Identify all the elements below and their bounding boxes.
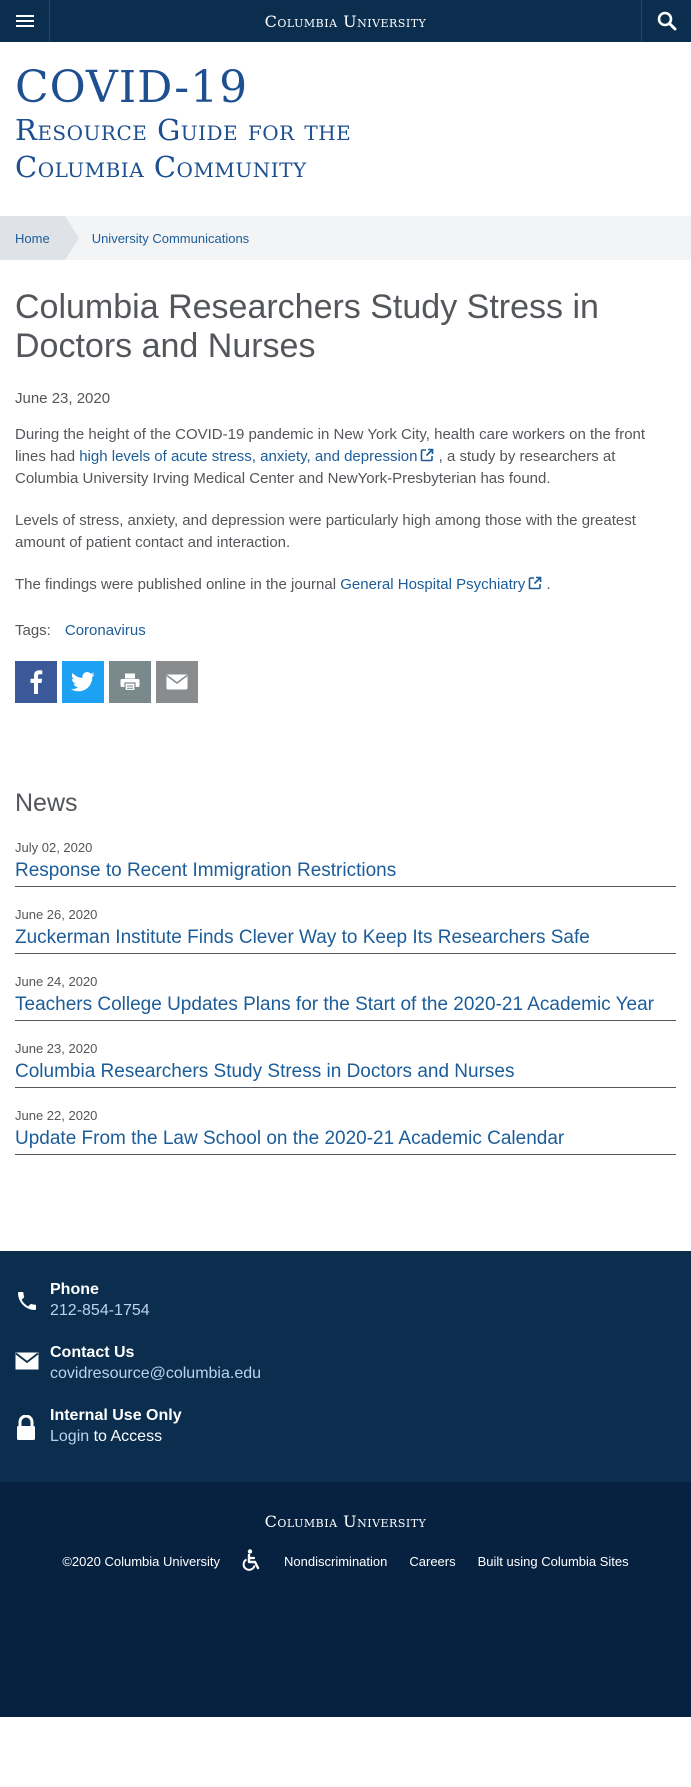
phone-icon	[18, 1292, 36, 1310]
top-bar: Columbia University	[0, 0, 691, 42]
share-buttons	[15, 661, 676, 703]
news-heading: News	[15, 789, 78, 817]
email-share-button[interactable]	[156, 661, 198, 703]
journal-link-text: General Hospital Psychiatry	[340, 576, 526, 593]
accessibility-icon	[242, 1549, 260, 1571]
login-line: Login to Access	[50, 1428, 182, 1446]
nondiscrimination-link[interactable]: Nondiscrimination	[284, 1554, 387, 1569]
email-icon	[166, 674, 188, 690]
site-title-main[interactable]: COVID-19	[15, 64, 676, 112]
news-link[interactable]: Zuckerman Institute Finds Clever Way to …	[15, 924, 676, 951]
facebook-icon	[30, 670, 43, 694]
hamburger-menu-icon	[15, 12, 34, 30]
built-using-link[interactable]: Built using Columbia Sites	[478, 1554, 629, 1569]
tags-label: Tags:	[15, 622, 51, 639]
news-item: June 26, 2020 Zuckerman Institute Finds …	[15, 907, 676, 954]
login-link[interactable]: Login	[50, 1428, 89, 1445]
university-brand[interactable]: Columbia University	[265, 12, 427, 31]
article-date: June 23, 2020	[15, 390, 111, 407]
facebook-share-button[interactable]	[15, 661, 57, 703]
contact-label: Contact Us	[50, 1344, 135, 1361]
lock-icon	[17, 1415, 35, 1440]
study-link-text: high levels of acute stress, anxiety, an…	[79, 448, 418, 465]
breadcrumb: Home University Communications	[0, 216, 691, 260]
contact-phone: Phone 212-854-1754	[15, 1281, 676, 1320]
print-icon	[120, 673, 140, 691]
footer-links: ©2020 Columbia University Nondiscriminat…	[0, 1549, 691, 1574]
site-title-line2[interactable]: Resource Guide for the	[15, 112, 676, 149]
news-link[interactable]: Update From the Law School on the 2020-2…	[15, 1125, 676, 1152]
news-item: June 22, 2020 Update From the Law School…	[15, 1108, 676, 1155]
footer-brand[interactable]: Columbia University	[0, 1512, 691, 1531]
paragraph-text: .	[542, 576, 551, 593]
news-item: June 24, 2020 Teachers College Updates P…	[15, 974, 676, 1021]
twitter-share-button[interactable]	[62, 661, 104, 703]
search-button[interactable]	[641, 0, 691, 42]
contact-email: Contact Us covidresource@columbia.edu	[15, 1344, 676, 1383]
login-suffix: to Access	[89, 1428, 163, 1445]
copyright-text: ©2020 Columbia University	[62, 1554, 221, 1569]
external-link-icon	[528, 576, 542, 590]
article-paragraph-3: The findings were published online in th…	[15, 574, 676, 596]
news-item: June 23, 2020 Columbia Researchers Study…	[15, 1041, 676, 1088]
contact-email-link[interactable]: covidresource@columbia.edu	[50, 1365, 261, 1383]
internal-label: Internal Use Only	[50, 1407, 182, 1424]
accessibility-link[interactable]	[242, 1549, 262, 1574]
article: Columbia Researchers Study Stress in Doc…	[0, 260, 691, 703]
tag-coronavirus-link[interactable]: Coronavirus	[65, 622, 146, 639]
twitter-icon	[71, 672, 95, 692]
article-title: Columbia Researchers Study Stress in Doc…	[15, 288, 599, 365]
phone-link[interactable]: 212-854-1754	[50, 1302, 150, 1320]
news-date: June 26, 2020	[15, 907, 98, 922]
news-link[interactable]: Teachers College Updates Plans for the S…	[15, 991, 676, 1018]
news-date: July 02, 2020	[15, 840, 93, 855]
study-link[interactable]: high levels of acute stress, anxiety, an…	[79, 448, 434, 465]
news-link[interactable]: Columbia Researchers Study Stress in Doc…	[15, 1058, 676, 1085]
news-list: July 02, 2020 Response to Recent Immigra…	[15, 840, 676, 1155]
breadcrumb-home-link[interactable]: Home	[0, 216, 79, 260]
breadcrumb-current-link[interactable]: University Communications	[92, 231, 250, 246]
article-paragraph-1: During the height of the COVID-19 pandem…	[15, 424, 676, 490]
news-date: June 24, 2020	[15, 974, 98, 989]
bottom-footer: Columbia University ©2020 Columbia Unive…	[0, 1482, 691, 1717]
contact-footer: Phone 212-854-1754 Contact Us covidresou…	[0, 1251, 691, 1482]
envelope-icon	[15, 1352, 39, 1370]
news-section: News July 02, 2020 Response to Recent Im…	[0, 703, 691, 1155]
contact-internal: Internal Use Only Login to Access	[15, 1407, 676, 1446]
site-title-line3[interactable]: Columbia Community	[15, 149, 676, 186]
news-date: June 22, 2020	[15, 1108, 98, 1123]
print-button[interactable]	[109, 661, 151, 703]
news-link[interactable]: Response to Recent Immigration Restricti…	[15, 857, 676, 884]
site-header: COVID-19 Resource Guide for the Columbia…	[0, 42, 691, 214]
journal-link[interactable]: General Hospital Psychiatry	[340, 576, 542, 593]
article-paragraph-2: Levels of stress, anxiety, and depressio…	[15, 512, 636, 551]
careers-link[interactable]: Careers	[409, 1554, 455, 1569]
paragraph-text: The findings were published online in th…	[15, 576, 341, 593]
news-item: July 02, 2020 Response to Recent Immigra…	[15, 840, 676, 887]
external-link-icon	[421, 448, 434, 462]
news-date: June 23, 2020	[15, 1041, 98, 1056]
search-icon	[657, 11, 676, 31]
phone-label: Phone	[50, 1281, 99, 1298]
tags: Tags: Coronavirus	[15, 622, 676, 639]
menu-button[interactable]	[0, 0, 50, 42]
